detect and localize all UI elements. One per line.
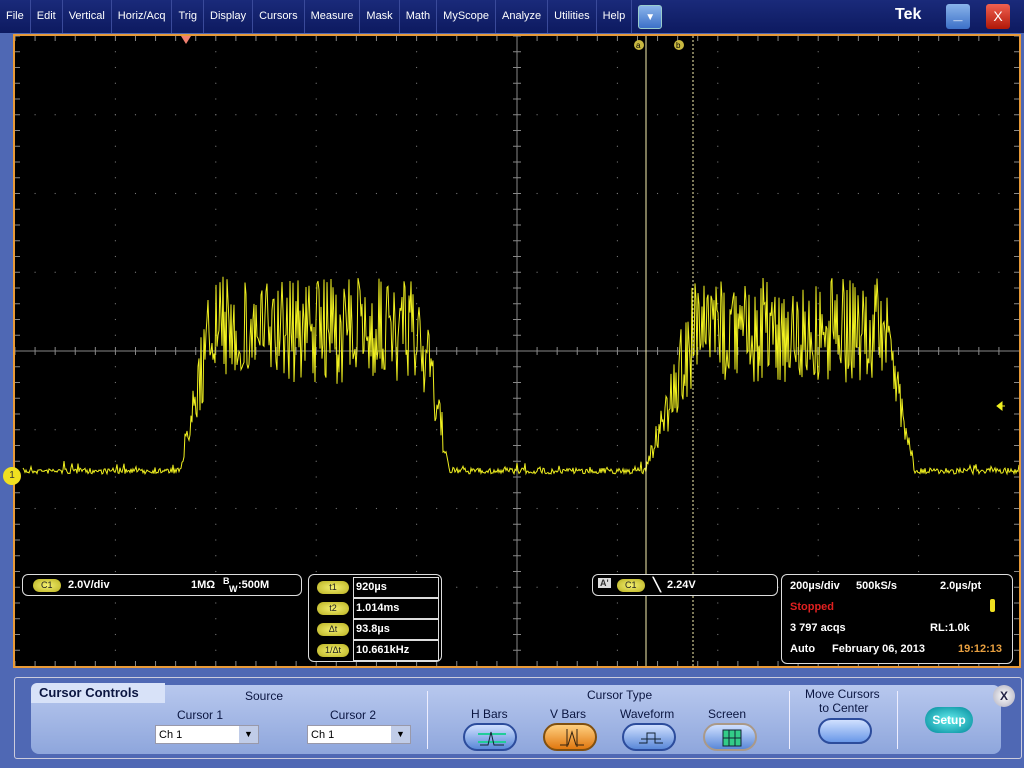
vbars-button[interactable]: [543, 723, 597, 751]
divider: [427, 691, 428, 749]
menu-trig[interactable]: Trig: [172, 0, 205, 33]
acq-count: 3 797 acqs: [790, 622, 846, 634]
channel-bandwidth: :500M: [238, 579, 270, 591]
readout-label: t2: [317, 602, 349, 615]
cursor2-source-select[interactable]: Ch 1 ▼: [307, 725, 411, 744]
close-window-button[interactable]: X: [986, 4, 1010, 29]
hbars-label: H Bars: [471, 707, 508, 721]
screen-button[interactable]: [703, 723, 757, 751]
menu-math[interactable]: Math: [400, 0, 438, 33]
cursor1-source-select[interactable]: Ch 1 ▼: [155, 725, 259, 744]
hbars-button[interactable]: [463, 723, 517, 751]
menu-display[interactable]: Display: [204, 0, 254, 33]
sample-rate: 500kS/s: [856, 580, 897, 592]
trigger-level: 2.24V: [667, 579, 696, 591]
trigger-mode-badge: A': [598, 578, 611, 588]
menu-file[interactable]: File: [0, 0, 31, 33]
readout-row: 1/Δt 10.661kHz: [309, 640, 441, 661]
cursor-a-handle-label: a: [636, 41, 641, 50]
cursor-type-label: Cursor Type: [587, 688, 653, 702]
menu-utilities[interactable]: Utilities: [548, 0, 597, 33]
trigger-source-badge: C1: [617, 579, 645, 592]
readout-value: 1.014ms: [353, 598, 439, 619]
record-length: RL:1.0k: [930, 622, 970, 634]
readout-value: 10.661kHz: [353, 640, 439, 661]
acq-state: Stopped: [790, 601, 834, 613]
vbars-label: V Bars: [550, 707, 587, 721]
timebase: 200µs/div: [790, 580, 840, 592]
channel-readout[interactable]: C1 2.0V/div 1MΩ B W :500M: [22, 574, 302, 596]
channel-impedance: 1MΩ: [191, 579, 216, 591]
menu-horiz-acq[interactable]: Horiz/Acq: [112, 0, 173, 33]
waveform-display[interactable]: ab C1 2.0V/div 1MΩ B W :500M t1 920µs t2 1.…: [13, 34, 1021, 668]
close-panel-button[interactable]: X: [993, 685, 1015, 707]
channel-1-marker[interactable]: 1: [3, 467, 21, 485]
waveform-button[interactable]: [622, 723, 676, 751]
menu-myscope[interactable]: MyScope: [437, 0, 497, 33]
cursor1-label: Cursor 1: [177, 708, 224, 722]
chevron-down-icon[interactable]: ▼: [239, 726, 258, 743]
time-per-point: 2.0µs/pt: [940, 580, 982, 592]
menu-vertical[interactable]: Vertical: [63, 0, 112, 33]
cursor-readout: t1 920µs t2 1.014ms Δt 93.8µs 1/Δt 10.661kHz: [308, 574, 442, 662]
menu-cursors[interactable]: Cursors: [253, 0, 305, 33]
move-cursors-label-2: to Center: [819, 701, 869, 715]
bw-sub: W: [229, 584, 238, 594]
trigger-mode: Auto: [790, 643, 816, 655]
menu-help[interactable]: Help: [597, 0, 633, 33]
graticule: ab: [15, 36, 1019, 666]
cursor2-value: Ch 1: [311, 729, 335, 741]
tek-logo: Tek: [895, 6, 922, 23]
move-cursors-label: Move Cursors: [805, 687, 880, 701]
readout-label: 1/Δt: [317, 644, 349, 657]
waveform-cursor-icon: [639, 732, 663, 744]
source-label: Source: [245, 689, 284, 703]
vbars-icon: [560, 729, 584, 747]
falling-edge-icon: ╲: [653, 577, 661, 592]
acquisition-readout[interactable]: 200µs/div 500kS/s 2.0µs/pt Stopped 3 797…: [781, 574, 1013, 664]
date: February 06, 2013: [832, 643, 925, 655]
cursor1-value: Ch 1: [159, 729, 183, 741]
menu-more-dropdown[interactable]: ▼: [638, 4, 663, 29]
readout-label: Δt: [317, 623, 349, 636]
readout-row: Δt 93.8µs: [309, 619, 441, 640]
waveform-label: Waveform: [620, 707, 675, 721]
channel-1-trace: [22, 276, 1019, 476]
menu-analyze[interactable]: Analyze: [496, 0, 549, 33]
divider: [897, 691, 898, 749]
menu-measure[interactable]: Measure: [305, 0, 361, 33]
setup-button[interactable]: Setup: [925, 707, 973, 733]
readout-row: t1 920µs: [309, 577, 441, 598]
screen-label: Screen: [708, 707, 747, 721]
move-cursors-to-center-button[interactable]: [818, 718, 872, 744]
hbars-icon: [478, 731, 506, 746]
cursor-controls-panel: Cursor Controls Source Cursor 1 Cursor 2…: [14, 677, 1022, 759]
menu-bar: File Edit Vertical Horiz/Acq Trig Displa…: [0, 0, 1024, 33]
readout-row: t2 1.014ms: [309, 598, 441, 619]
channel-scale: 2.0V/div: [68, 579, 110, 591]
divider: [789, 691, 790, 749]
chevron-down-icon[interactable]: ▼: [391, 726, 410, 743]
time: 19:12:13: [958, 643, 1003, 655]
channel-badge: C1: [33, 579, 61, 592]
panel-title: Cursor Controls: [31, 683, 165, 703]
trigger-readout[interactable]: A' C1 ╲ 2.24V: [592, 574, 778, 596]
trigger-level-marker[interactable]: [996, 400, 1005, 412]
readout-value: 920µs: [353, 577, 439, 598]
minimize-button[interactable]: _: [946, 4, 970, 29]
thermometer-icon: [990, 599, 995, 612]
menu-edit[interactable]: Edit: [31, 0, 63, 33]
trigger-position-marker[interactable]: [181, 36, 191, 44]
cursor-b-handle-label: b: [676, 41, 681, 50]
menu-mask[interactable]: Mask: [360, 0, 400, 33]
cursor2-label: Cursor 2: [330, 708, 377, 722]
screen-cursor-icon: [722, 729, 742, 747]
readout-label: t1: [317, 581, 349, 594]
readout-value: 93.8µs: [353, 619, 439, 640]
